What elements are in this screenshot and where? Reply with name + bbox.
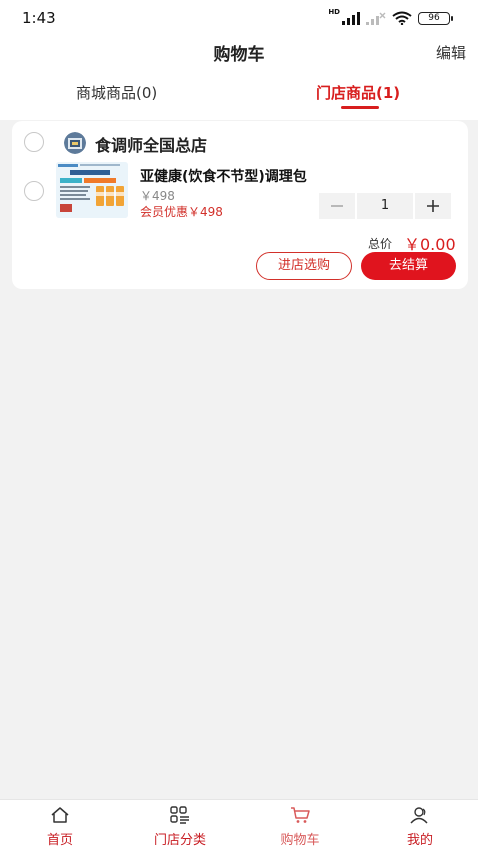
tab-mall-goods[interactable]: 商城商品(0)	[76, 82, 157, 103]
nav-profile-label: 我的	[406, 833, 433, 848]
store-logo	[64, 132, 86, 154]
profile-icon	[410, 807, 428, 824]
home-icon	[51, 807, 69, 823]
status-time: 1:43	[22, 9, 56, 27]
total-label: 总价	[368, 237, 393, 251]
nav-cart-label: 购物车	[280, 833, 320, 848]
plus-icon	[427, 200, 439, 212]
nav-bar: 购物车 编辑	[0, 36, 478, 66]
signal-weak-icon	[366, 12, 386, 25]
store-cart-card: 食调师全国总店 亚健康(饮食不节型)调理包 ￥498 会员优惠￥498 1 总价…	[12, 121, 468, 289]
member-price: 会员优惠￥498	[140, 205, 223, 219]
bottom-nav: 首页 门店分类 购物车 我的	[0, 799, 478, 850]
edit-button[interactable]: 编辑	[436, 42, 466, 63]
product-name[interactable]: 亚健康(饮食不节型)调理包	[140, 166, 307, 186]
nav-cart[interactable]: 购物车	[260, 806, 340, 848]
increase-quantity-button[interactable]	[415, 193, 451, 219]
checkout-button[interactable]: 去结算	[361, 252, 456, 280]
status-icons: HD 96	[328, 8, 453, 27]
wifi-icon	[392, 11, 412, 25]
nav-store-category[interactable]: 门店分类	[140, 806, 220, 848]
active-tab-indicator	[341, 106, 379, 109]
signal-icon	[342, 11, 360, 25]
item-select-radio[interactable]	[24, 181, 44, 201]
nav-profile[interactable]: 我的	[380, 806, 460, 848]
nav-home-label: 首页	[46, 833, 73, 848]
product-image[interactable]	[56, 162, 128, 218]
page-title: 购物车	[213, 45, 265, 65]
status-bar: 1:43 HD 96	[0, 0, 478, 36]
cart-icon	[291, 807, 310, 823]
product-price: ￥498	[140, 189, 175, 203]
cart-tabs: 商城商品(0) 门店商品(1)	[0, 78, 478, 114]
network-type-label: HD	[328, 8, 340, 16]
visit-store-button[interactable]: 进店选购	[256, 252, 352, 280]
category-icon	[170, 806, 189, 824]
nav-home[interactable]: 首页	[20, 806, 100, 848]
quantity-stepper: 1	[319, 193, 451, 219]
nav-store-category-label: 门店分类	[153, 833, 206, 848]
quantity-value[interactable]: 1	[357, 193, 413, 219]
minus-icon	[331, 205, 343, 207]
decrease-quantity-button[interactable]	[319, 193, 355, 219]
top-area: 1:43 HD 96 购物车 编辑 商城商品(0) 门店商品(1)	[0, 0, 478, 120]
tab-store-goods[interactable]: 门店商品(1)	[316, 82, 400, 103]
store-select-radio[interactable]	[24, 132, 44, 152]
battery-indicator: 96	[418, 11, 453, 25]
store-name[interactable]: 食调师全国总店	[95, 132, 207, 156]
